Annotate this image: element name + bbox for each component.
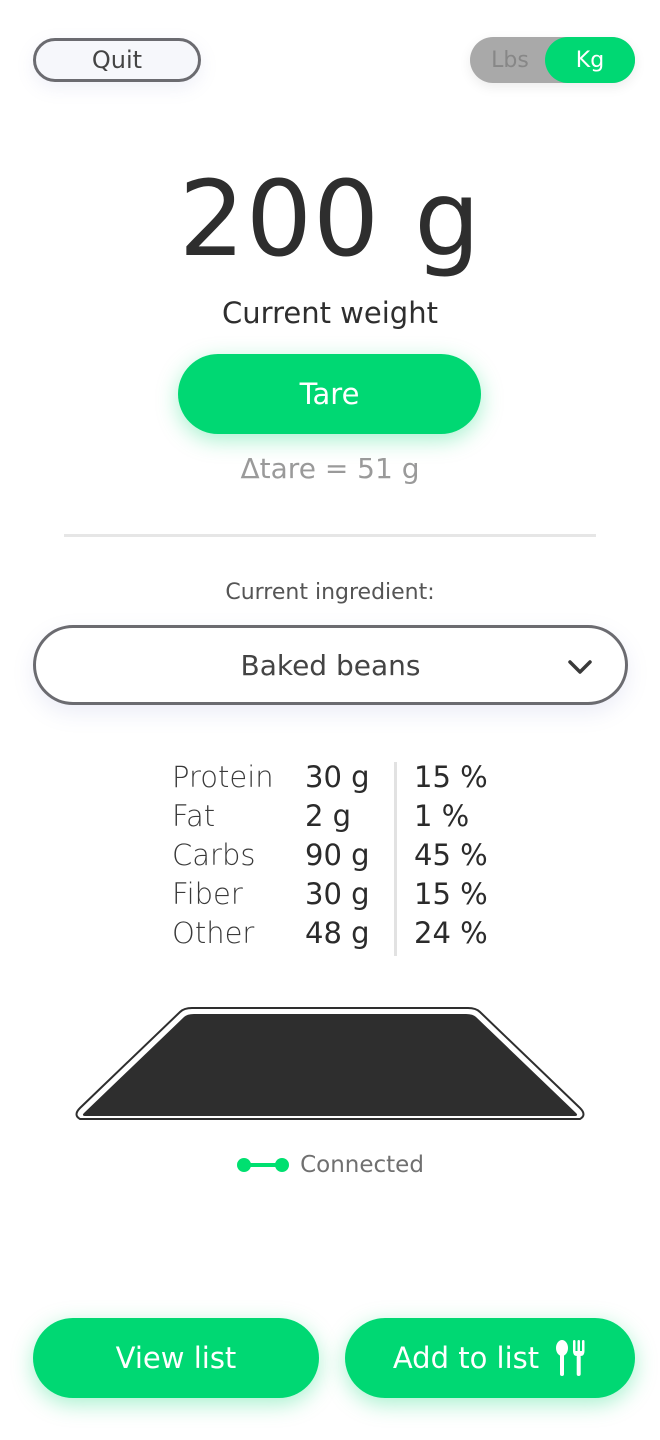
- nutrient-percent: 15 %: [414, 877, 488, 911]
- quit-button[interactable]: Quit: [33, 38, 201, 82]
- tare-button[interactable]: Tare: [178, 354, 481, 434]
- nutrient-percent: 45 %: [414, 838, 488, 872]
- nutrient-amount: 90 g: [305, 838, 370, 872]
- ingredient-selected-value: Baked beans: [240, 648, 421, 682]
- nutrition-row: Fat 2 g 1 %: [172, 799, 502, 838]
- nutrient-amount: 30 g: [305, 760, 370, 794]
- connection-status: Connected: [0, 1152, 660, 1178]
- nutrient-name: Other: [172, 916, 255, 950]
- unit-option-lbs[interactable]: Lbs: [470, 37, 550, 83]
- nutrition-table: Protein 30 g 15 % Fat 2 g 1 % Carbs 90 g…: [172, 760, 502, 956]
- nutrient-amount: 48 g: [305, 916, 370, 950]
- nutrient-percent: 15 %: [414, 760, 488, 794]
- utensils-icon: [556, 1340, 585, 1376]
- scale-app: Quit Lbs Kg 200 g Current weight Tare Δt…: [0, 0, 660, 1440]
- connected-icon: [237, 1158, 290, 1172]
- nutrient-amount: 2 g: [305, 799, 352, 833]
- nutrient-name: Fat: [172, 799, 216, 833]
- view-list-button[interactable]: View list: [33, 1318, 319, 1398]
- tare-delta: Δtare = 51 g: [240, 452, 420, 485]
- ingredient-dropdown[interactable]: Baked beans: [33, 625, 628, 705]
- add-to-list-label: Add to list: [392, 1341, 540, 1375]
- unit-toggle[interactable]: Lbs Kg: [470, 37, 635, 83]
- nutrition-row: Protein 30 g 15 %: [172, 760, 502, 799]
- divider: [64, 534, 596, 537]
- unit-option-kg[interactable]: Kg: [545, 37, 635, 83]
- ingredient-label: Current ingredient:: [225, 580, 435, 605]
- weight-value: 200 g: [178, 158, 482, 280]
- weight-label: Current weight: [222, 296, 438, 330]
- nutrition-row: Fiber 30 g 15 %: [172, 877, 502, 916]
- add-to-list-button[interactable]: Add to list: [345, 1318, 635, 1398]
- nutrient-amount: 30 g: [305, 877, 370, 911]
- nutrient-name: Fiber: [172, 877, 243, 911]
- nutrient-name: Carbs: [172, 838, 256, 872]
- nutrient-percent: 24 %: [414, 916, 488, 950]
- chevron-down-icon[interactable]: [565, 652, 595, 682]
- nutrient-name: Protein: [172, 760, 274, 794]
- nutrient-percent: 1 %: [414, 799, 470, 833]
- status-text: Connected: [300, 1152, 424, 1178]
- nutrition-row: Other 48 g 24 %: [172, 916, 502, 955]
- nutrition-row: Carbs 90 g 45 %: [172, 838, 502, 877]
